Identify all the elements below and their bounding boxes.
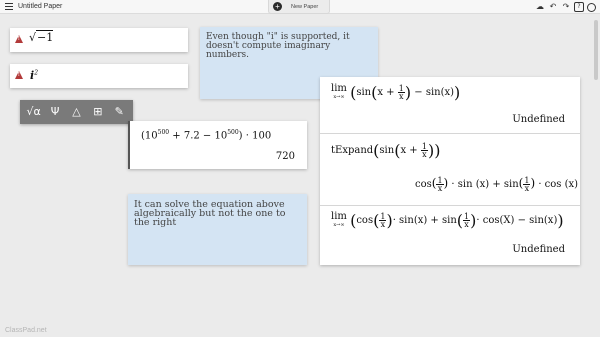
sqrt-expression: √−1 [29,30,54,44]
fraction-one-over-x: 1x [397,84,405,101]
sqrt-alpha-icon[interactable]: √α [26,104,42,120]
top-right-icons: ☁ ↶ ↷ ? [535,2,596,12]
texpand-result: cos(1 x) · sin (x) + sin(1 x) · cos (x) [415,176,579,193]
i-squared-expression: i2 [30,69,38,82]
plus-icon: + [273,2,282,11]
limit-expression-2: lim x→∞ (cos(1 x)· sin(x) + sin(1 x)· cos(X… [331,210,564,230]
math-card-calculation[interactable]: (10500 + 7.2 − 10500) · 100 720 [128,121,307,169]
calculation-expression: (10500 + 7.2 − 10500) · 100 [141,129,271,141]
lim-operator: lim x→∞ [331,82,347,100]
redo-icon[interactable]: ↷ [561,2,571,12]
note-algebraic[interactable]: It can solve the equation above algebrai… [128,194,307,265]
new-paper-label: New Paper [291,4,319,10]
limit-result-2: Undefined [512,244,565,255]
calculation-result: 720 [275,151,295,162]
edit-icon[interactable]: ✎ [111,104,127,120]
record-icon[interactable] [587,3,596,12]
texpand-row[interactable]: tExpand(sin(x + 1 x)) cos(1 x) · sin (x) +… [320,134,580,206]
math-toolbar: √α Ψ △ ⊞ ✎ [20,100,133,124]
exp-part-b: 500 [227,129,239,136]
classpad-logo: ClassPad.net [5,327,47,334]
texpand-expression: tExpand(sin(x + 1 x)) [331,141,441,160]
exp-part-a: 500 [157,129,170,136]
expr-part-c: ) · 100 [238,130,272,142]
expr-part-a: (10 [141,130,158,142]
new-paper-button[interactable]: + New Paper [268,0,330,14]
limit-result-1: Undefined [512,114,565,125]
expr-part-b: + 7.2 − 10 [169,130,228,142]
psi-icon[interactable]: Ψ [47,104,63,120]
shapes-icon[interactable]: △ [68,104,84,120]
fraction-one-over-x: 1x [420,142,428,159]
document-title[interactable]: Untitled Paper [18,1,62,13]
help-icon[interactable]: ? [574,2,584,12]
warning-icon [15,71,23,79]
note-algebraic-text: It can solve the equation above algebrai… [134,199,286,228]
math-card-i-squared[interactable]: i2 [10,64,188,88]
warning-icon [15,35,23,43]
sqrt-radicand: −1 [36,30,54,44]
sqrt-symbol: √ [29,31,37,44]
hamburger-menu-icon[interactable] [5,3,13,11]
limit-expression-1: lim x→∞ (sin(x + 1 x) − sin(x)) [331,82,461,102]
i-exponent: 2 [34,69,39,77]
table-icon[interactable]: ⊞ [90,104,106,120]
vertical-scrollbar[interactable] [594,20,598,80]
lim-operator: lim x→∞ [331,210,347,228]
note-imaginary-text: Even though "i" is supported, it doesn't… [206,32,350,60]
undo-icon[interactable]: ↶ [548,2,558,12]
math-card-sqrt[interactable]: √−1 [10,28,188,52]
top-bar: Untitled Paper + New Paper ☁ ↶ ↷ ? [0,0,600,14]
math-card-limits[interactable]: lim x→∞ (sin(x + 1 x) − sin(x)) Undefined … [320,77,580,265]
texpand-function-name: tExpand [331,145,374,156]
cloud-icon[interactable]: ☁ [535,2,545,12]
limit-row-2[interactable]: lim x→∞ (cos(1 x)· sin(x) + sin(1 x)· cos(X… [320,206,580,265]
limit-row-1[interactable]: lim x→∞ (sin(x + 1 x) − sin(x)) Undefined [320,77,580,134]
